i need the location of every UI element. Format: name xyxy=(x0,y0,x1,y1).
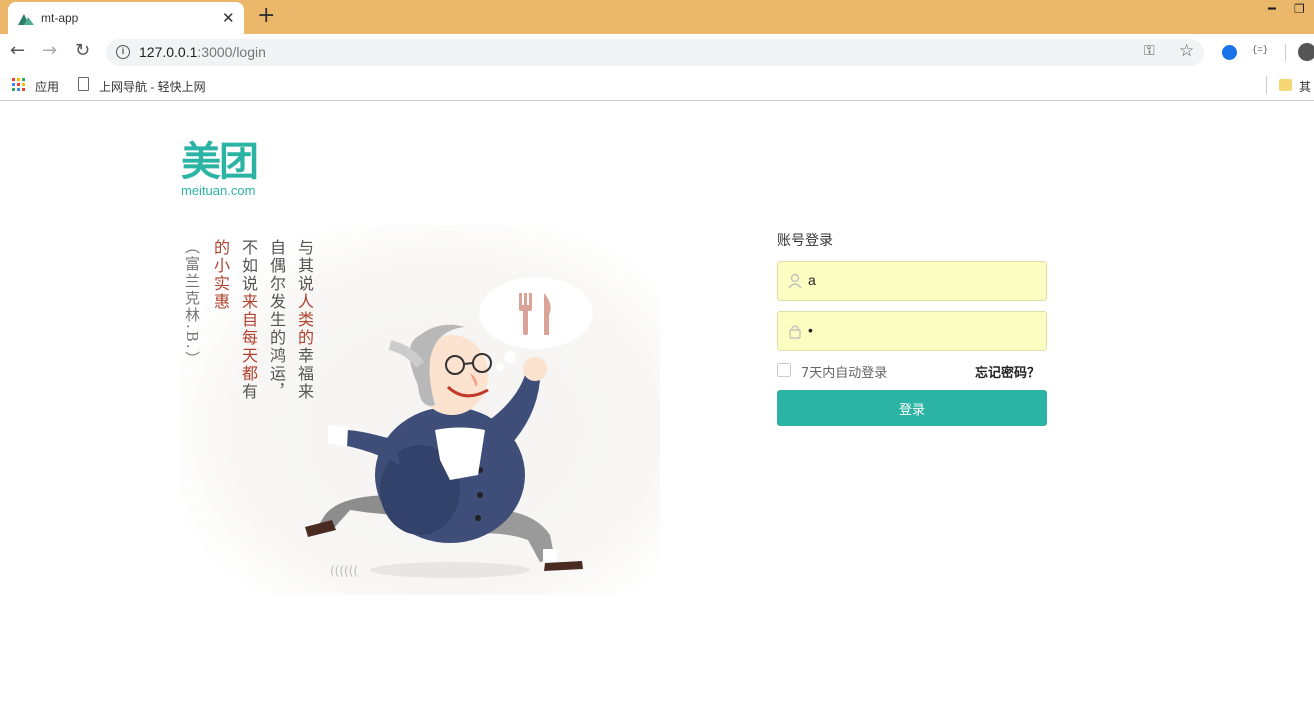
info-icon[interactable]: i xyxy=(116,45,130,59)
new-tab-button[interactable]: + xyxy=(257,3,275,28)
tab-mt-app[interactable]: mt-app ✕ xyxy=(8,2,244,34)
url-text[interactable]: 127.0.0.1:3000/login xyxy=(139,44,266,60)
apps-icon[interactable] xyxy=(12,78,25,91)
login-button[interactable]: 登录 xyxy=(777,390,1047,426)
close-icon[interactable]: ✕ xyxy=(222,9,235,27)
url-path: :3000/login xyxy=(197,44,266,60)
quote-column-2: 自偶尔发生的鸿运， xyxy=(267,239,286,401)
password-value[interactable]: • xyxy=(808,322,813,338)
minimize-icon[interactable]: ━ xyxy=(1268,2,1276,17)
url-host: 127.0.0.1 xyxy=(139,44,198,60)
address-bar[interactable]: i 127.0.0.1:3000/login ⚿ ☆ xyxy=(106,39,1204,66)
bookmark-divider xyxy=(1266,76,1267,94)
json-extension-icon[interactable]: {=} xyxy=(1252,45,1268,55)
password-field[interactable]: • xyxy=(777,311,1047,351)
key-icon[interactable]: ⚿ xyxy=(1144,43,1155,59)
username-value[interactable]: a xyxy=(808,272,816,288)
bookmarks-bar: 应用 上网导航 - 轻快上网 其 xyxy=(0,70,1314,101)
mountain-favicon xyxy=(18,14,34,25)
forgot-password-link[interactable]: 忘记密码？ xyxy=(975,362,1040,381)
lock-icon xyxy=(789,325,801,339)
logo-text: 美团 xyxy=(181,139,259,185)
toolbar-divider xyxy=(1285,44,1286,61)
page-icon xyxy=(78,77,89,91)
logo[interactable]: 美团 meituan.com xyxy=(181,140,271,198)
folder-icon[interactable] xyxy=(1279,79,1292,91)
extension-icon[interactable] xyxy=(1222,45,1237,60)
remember-label[interactable]: 7天内自动登录 xyxy=(801,362,887,381)
logo-domain: meituan.com xyxy=(181,183,256,198)
username-field[interactable]: a xyxy=(777,261,1047,301)
tab-title: mt-app xyxy=(41,11,79,25)
quote-column-3: 不如说来自每天都有 xyxy=(239,239,258,401)
reload-icon[interactable]: ↻ xyxy=(75,40,90,61)
restore-icon[interactable]: ❐ xyxy=(1294,2,1305,16)
login-title: 账号登录 xyxy=(777,233,833,249)
bookmark-other[interactable]: 其 xyxy=(1299,78,1311,95)
bookmark-apps[interactable]: 应用 xyxy=(35,78,59,95)
quote-column-4: 的小实惠 xyxy=(211,239,230,311)
browser-titlebar: mt-app ✕ + ━ ❐ xyxy=(0,0,1314,34)
avatar[interactable] xyxy=(1298,43,1314,61)
hero-illustration: 与其说人类的幸福来 自偶尔发生的鸿运， 不如说来自每天都有 的小实惠 （富兰克林… xyxy=(180,225,660,595)
quote-author: （富兰克林.B.） xyxy=(183,239,201,368)
back-icon[interactable]: ← xyxy=(10,40,25,61)
browser-toolbar: ← → ↻ i 127.0.0.1:3000/login ⚿ ☆ {=} xyxy=(0,34,1314,70)
forward-icon[interactable]: → xyxy=(42,40,57,61)
remember-checkbox[interactable] xyxy=(777,363,791,377)
svg-text:((((((: (((((( xyxy=(330,564,358,578)
running-man-illustration: (((((( xyxy=(305,277,593,578)
bookmark-nav[interactable]: 上网导航 - 轻快上网 xyxy=(99,78,206,95)
star-icon[interactable]: ☆ xyxy=(1179,41,1194,61)
user-icon xyxy=(788,273,802,289)
